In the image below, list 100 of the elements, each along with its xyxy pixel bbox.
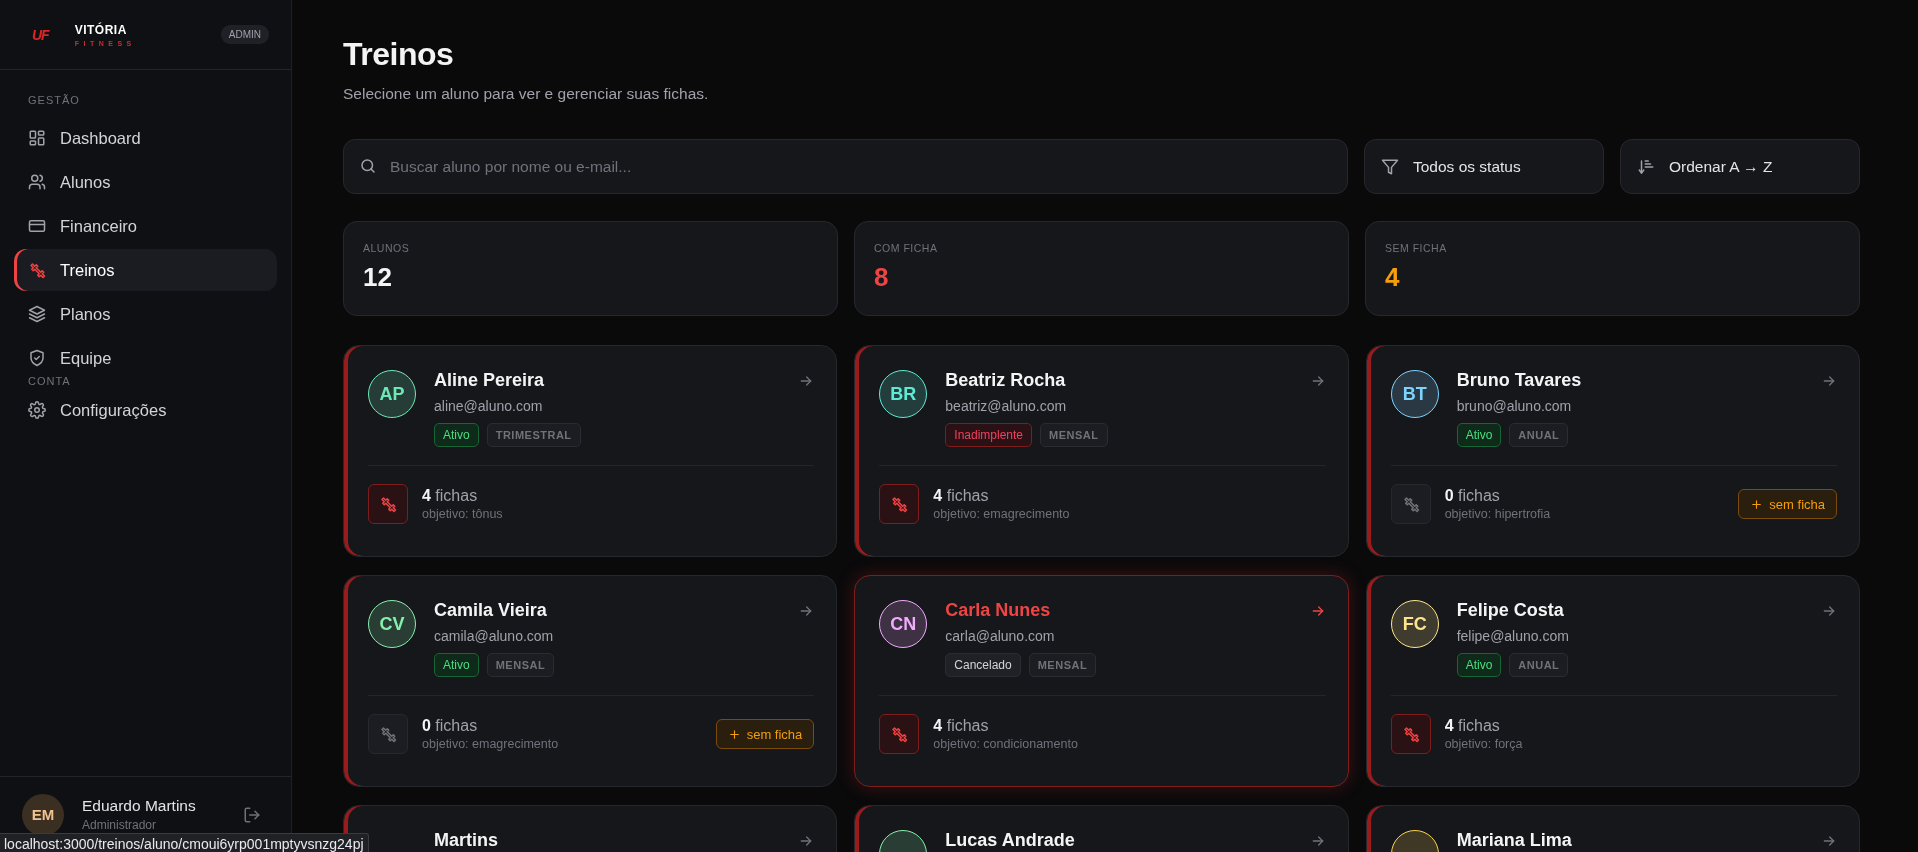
card-icon (28, 217, 46, 235)
dumbbell-icon (379, 725, 397, 743)
student-email: aline@aluno.com (434, 398, 544, 414)
nav-item[interactable]: Configurações (14, 389, 277, 431)
student-goal: objetivo: emagrecimento (933, 507, 1071, 521)
plus-icon (727, 727, 741, 741)
plan-badge: MENSAL (486, 653, 555, 677)
user-role: Administrador (82, 818, 158, 832)
status-badge: Ativo (1456, 423, 1502, 447)
plan-badge: MENSAL (1040, 423, 1108, 447)
avatar: CN (879, 600, 928, 648)
student-name: Lucas Andrade (945, 830, 1076, 851)
student-email: camila@aluno.com (434, 628, 555, 644)
user-name: Eduardo Martins (82, 797, 196, 815)
logout-icon[interactable] (243, 805, 261, 824)
student-card[interactable]: Mariana Lima (1365, 805, 1860, 852)
user-avatar: EM (22, 793, 64, 836)
plan-badge: MENSAL (1028, 653, 1097, 677)
dumbbell-icon (1401, 725, 1420, 743)
workout-count: 4 fichas (933, 487, 990, 505)
student-goal: objetivo: força (1444, 737, 1524, 751)
student-email: bruno@aluno.com (1456, 398, 1573, 414)
student-card[interactable]: BT Bruno Tavares bruno@aluno.com Ativo ANUAL 0 fichas objetivo: hipertrofia sem ficha (1365, 345, 1860, 557)
nav-item[interactable]: Financeiro (14, 205, 277, 247)
stat-value: 12 (363, 262, 393, 293)
no-workout-button[interactable]: sem ficha (1738, 489, 1837, 519)
status-badge: Cancelado (945, 653, 1021, 677)
student-goal: objetivo: tônus (422, 507, 504, 521)
filter-icon (1381, 157, 1399, 176)
student-name: Bruno Tavares (1456, 370, 1583, 391)
arrow-right-icon (1821, 833, 1837, 849)
logo-mark: UF (32, 26, 49, 43)
status-badge: Inadimplente (945, 423, 1033, 447)
users-icon (28, 173, 46, 191)
plus-icon (1750, 497, 1764, 511)
student-goal: objetivo: emagrecimento (422, 737, 560, 751)
avatar: FC (1390, 600, 1439, 648)
page-subtitle: Selecione um aluno para ver e gerenciar suas fichas. (343, 85, 710, 103)
avatar: AP (368, 370, 416, 418)
student-name: Martins (434, 830, 499, 851)
search-field[interactable]: Buscar aluno por nome ou e-mail... (343, 139, 1348, 194)
workout-count: 4 fichas (1444, 717, 1501, 735)
student-email: carla@aluno.com (945, 628, 1056, 644)
student-name: Beatriz Rocha (945, 370, 1067, 391)
status-badge: Ativo (434, 423, 479, 447)
student-goal: objetivo: condicionamento (933, 737, 1079, 751)
status-badge: Ativo (434, 653, 479, 677)
link-preview: localhost:3000/treinos/aluno/cmoui6yrp001mptyvsnzg24pj (0, 833, 369, 852)
stat-value: 4 (1385, 262, 1401, 293)
grid-icon (28, 129, 46, 147)
settings-icon (28, 401, 46, 419)
stat-label: COM FICHA (874, 242, 939, 254)
student-name: Carla Nunes (945, 600, 1052, 621)
student-name: Aline Pereira (434, 370, 546, 391)
sort-icon (1637, 157, 1655, 176)
stat-label: ALUNOS (363, 242, 411, 254)
avatar: CV (368, 600, 416, 648)
sort-button[interactable]: Ordenar A → Z (1620, 139, 1860, 194)
dumbbell-icon (28, 261, 46, 279)
student-name: Felipe Costa (1456, 600, 1565, 621)
plan-badge: ANUAL (1509, 423, 1569, 447)
student-card[interactable]: CV Camila Vieira camila@aluno.com Ativo MENSAL 0 fichas objetivo: emagrecimento sem ficha (343, 575, 838, 787)
workout-count: 4 fichas (933, 717, 990, 735)
dumbbell-icon (890, 725, 909, 743)
student-goal: objetivo: hipertrofia (1444, 507, 1552, 521)
nav-item[interactable]: Treinos (14, 249, 277, 291)
student-email: felipe@aluno.com (1456, 628, 1570, 644)
stat-label: SEM FICHA (1385, 242, 1448, 254)
student-card[interactable]: FC Felipe Costa felipe@aluno.com Ativo ANUAL 4 fichas objetivo: força (1365, 575, 1860, 787)
dumbbell-icon (1401, 495, 1420, 513)
student-name: Camila Vieira (434, 600, 548, 621)
workout-count: 0 fichas (1444, 487, 1501, 505)
nav-item[interactable]: Alunos (14, 161, 277, 203)
section-heading: GESTÃO (27, 94, 81, 106)
search-icon (359, 157, 377, 175)
avatar: BR (879, 370, 928, 418)
no-workout-button[interactable]: sem ficha (715, 719, 815, 749)
student-card[interactable]: BR Beatriz Rocha beatriz@aluno.com Inadimplente MENSAL 4 fichas objetivo: emagrecimento (854, 345, 1349, 557)
dumbbell-icon (890, 495, 909, 513)
status-badge: Ativo (1456, 653, 1502, 677)
student-card[interactable]: AP Aline Pereira aline@aluno.com Ativo TRIMESTRAL 4 fichas objetivo: tônus (343, 345, 838, 557)
stat-value: 8 (874, 262, 890, 293)
workout-count: 4 fichas (422, 487, 479, 505)
role-badge: ADMIN (220, 25, 269, 44)
workout-count: 0 fichas (422, 717, 479, 735)
dumbbell-icon (379, 495, 397, 513)
shield-check-icon (28, 349, 46, 367)
brand-name: VITÓRIA (74, 22, 128, 37)
plan-badge: ANUAL (1509, 653, 1569, 677)
page-title: Treinos (343, 36, 455, 73)
arrow-right-icon (1821, 373, 1837, 389)
layers-icon (28, 305, 46, 323)
status-filter[interactable]: Todos os status (1364, 139, 1604, 194)
nav-item[interactable]: Planos (14, 293, 277, 335)
student-card[interactable]: Lucas Andrade (854, 805, 1349, 852)
plan-badge: TRIMESTRAL (486, 423, 581, 447)
nav-item[interactable]: Dashboard (14, 117, 277, 159)
avatar: BT (1390, 370, 1439, 418)
section-heading: CONTA (27, 375, 72, 387)
student-card[interactable]: CN Carla Nunes carla@aluno.com Cancelado MENSAL 4 fichas objetivo: condicionamento (854, 575, 1349, 787)
